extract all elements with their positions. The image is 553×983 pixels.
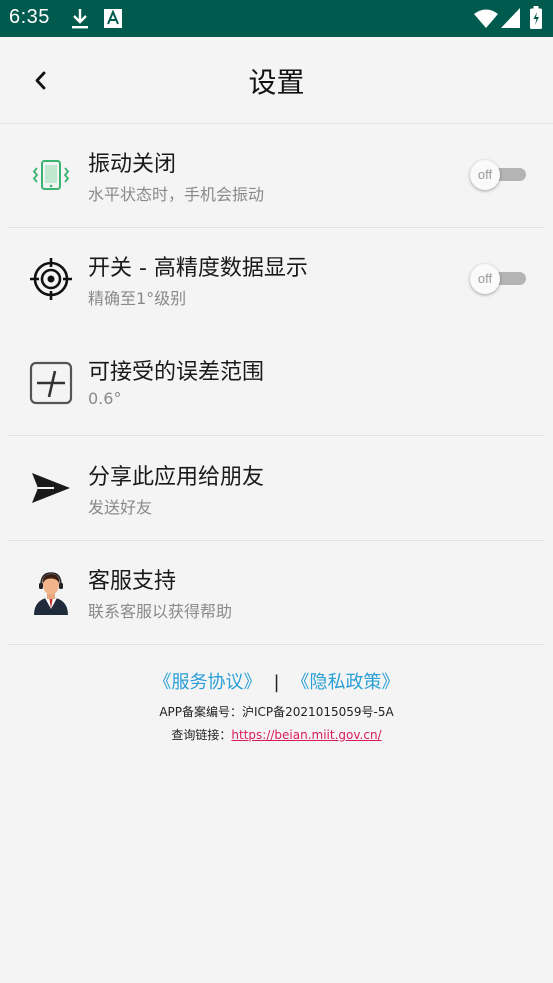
link-separator: | <box>273 672 280 693</box>
a-box-icon <box>104 9 122 32</box>
toggle-knob: off <box>470 264 500 294</box>
setting-subtitle: 水平状态时，手机会振动 <box>88 185 265 204</box>
setting-title: 客服支持 <box>88 569 177 594</box>
download-icon <box>70 8 90 34</box>
setting-high-precision[interactable]: 开关 - 高精度数据显示 精确至1°级别 off <box>8 228 545 332</box>
beian-number: APP备案编号：沪ICP备2021015059号-5A <box>159 705 394 719</box>
wifi-icon <box>474 9 498 32</box>
status-time: 6:35 <box>9 6 50 28</box>
setting-subtitle: 发送好友 <box>88 498 153 517</box>
setting-title: 可接受的误差范围 <box>88 360 265 385</box>
setting-title: 分享此应用给朋友 <box>88 465 265 490</box>
setting-share[interactable]: 分享此应用给朋友 发送好友 <box>8 437 545 541</box>
setting-title: 开关 - 高精度数据显示 <box>88 256 308 281</box>
setting-title: 振动关闭 <box>88 152 177 177</box>
vibration-phone-icon <box>28 152 74 198</box>
page-title: 设置 <box>248 66 305 99</box>
send-arrow-icon <box>28 465 74 511</box>
policy-links: 《服务协议》 | 《隐私政策》 <box>0 668 553 694</box>
customer-service-avatar-icon <box>28 569 74 615</box>
vibration-toggle[interactable]: off <box>468 158 528 190</box>
toggle-knob: off <box>470 160 500 190</box>
cellular-icon <box>501 8 520 32</box>
app-bar: 设置 <box>0 37 553 124</box>
setting-vibration[interactable]: 振动关闭 水平状态时，手机会振动 off <box>8 124 545 228</box>
query-line: 查询链接：https://beian.miit.gov.cn/ <box>0 726 553 743</box>
setting-tolerance[interactable]: 可接受的误差范围 0.6° <box>8 332 545 436</box>
setting-subtitle: 精确至1°级别 <box>88 289 187 308</box>
setting-subtitle: 联系客服以获得帮助 <box>88 602 233 621</box>
tolerance-box-icon <box>28 360 74 406</box>
status-bar: 6:35 <box>0 0 553 37</box>
query-url-link[interactable]: https://beian.miit.gov.cn/ <box>231 728 381 742</box>
query-label: 查询链接： <box>171 728 232 742</box>
setting-customer-service[interactable]: 客服支持 联系客服以获得帮助 <box>8 541 545 645</box>
privacy-policy-link[interactable]: 《隐私政策》 <box>292 672 400 693</box>
battery-icon <box>530 6 542 33</box>
service-agreement-link[interactable]: 《服务协议》 <box>153 672 261 693</box>
crosshair-target-icon <box>28 256 74 302</box>
high-precision-toggle[interactable]: off <box>468 262 528 294</box>
setting-subtitle: 0.6° <box>88 389 122 408</box>
